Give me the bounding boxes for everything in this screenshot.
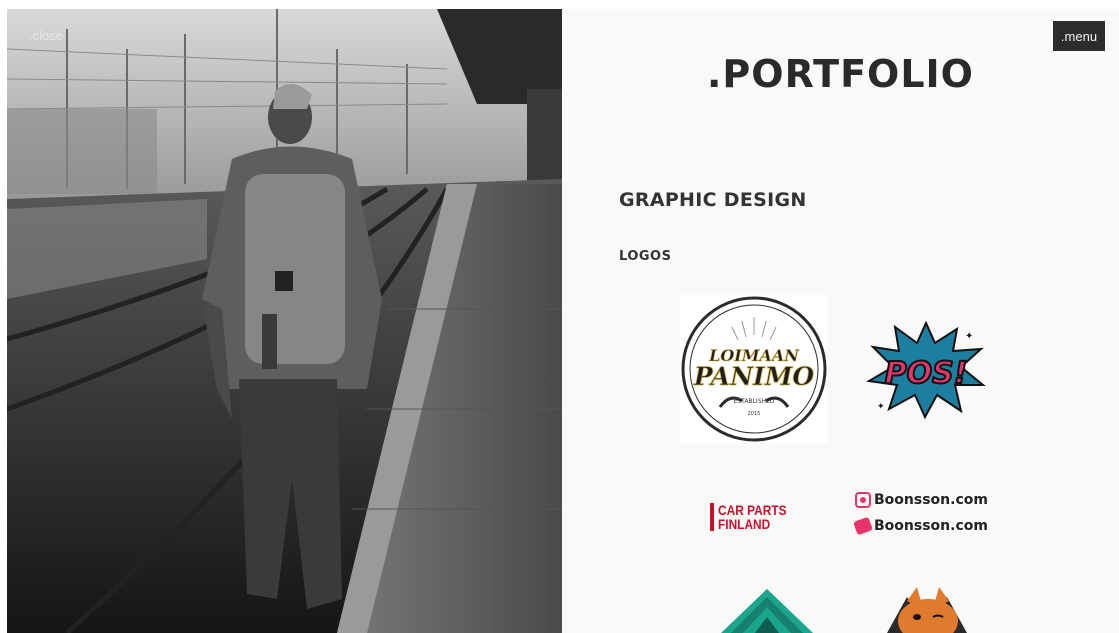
car-parts-line1: CAR PARTS [718, 502, 787, 518]
section-heading-graphic-design: GRAPHIC DESIGN [619, 189, 807, 211]
boonsson-logo[interactable]: Boonsson.com Boonsson.com [853, 487, 1005, 547]
fox-logo[interactable] [867, 587, 989, 633]
loimaan-panimo-logo[interactable]: LOIMAAN PANIMO ESTABLISHED 2015 [680, 295, 828, 443]
car-parts-line2: FINLAND [718, 516, 771, 532]
pos-logo[interactable]: POS! ✦ ✦ [865, 319, 987, 420]
svg-text:✦: ✦ [877, 402, 885, 412]
portfolio-panel: .PORTFOLIO GRAPHIC DESIGN LOGOS LOIMAAN … [562, 9, 1119, 633]
boonsson-text-a: Boonsson.com [874, 492, 988, 508]
loimaan-wordmark-main: PANIMO [693, 362, 815, 391]
train-platform-photo [7, 9, 562, 633]
svg-text:✦: ✦ [965, 331, 973, 342]
triangle-logo[interactable] [717, 587, 817, 633]
boonsson-icon-a [855, 492, 871, 508]
page-title: .PORTFOLIO [707, 52, 974, 96]
close-link[interactable]: .close [29, 28, 63, 43]
pos-wordmark: POS! [885, 356, 968, 391]
subsection-heading-logos: LOGOS [619, 249, 672, 264]
loimaan-year: 2015 [748, 411, 761, 417]
menu-button[interactable]: .menu [1053, 21, 1105, 51]
car-parts-finland-logo[interactable]: CAR PARTS FINLAND [710, 499, 802, 535]
hero-photo: .close [7, 9, 562, 633]
boonsson-text-b: Boonsson.com [874, 518, 988, 534]
boonsson-icon-b [853, 516, 873, 536]
